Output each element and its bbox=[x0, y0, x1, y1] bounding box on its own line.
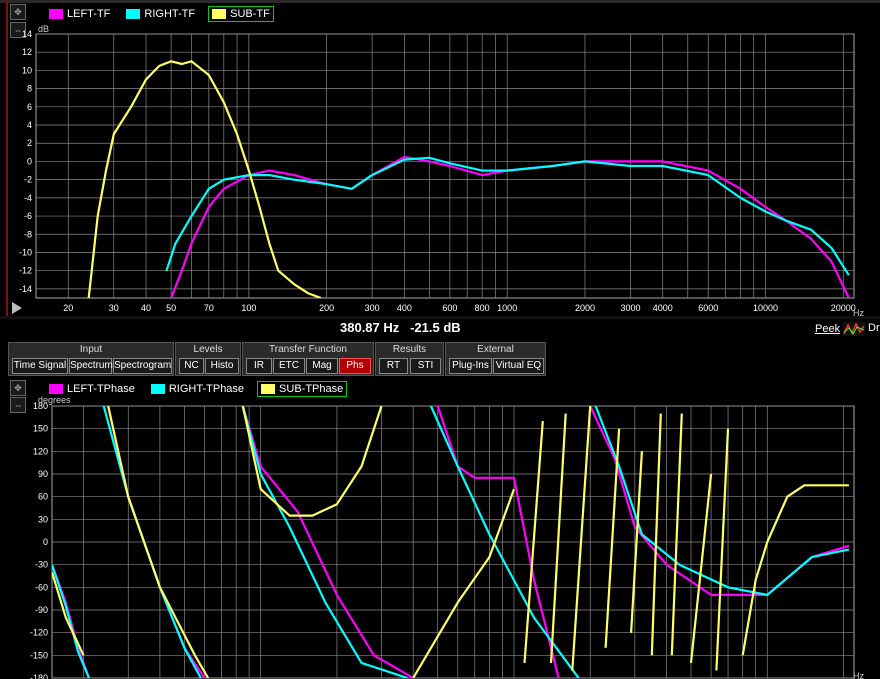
y-tick-label: -90 bbox=[35, 605, 48, 615]
y-tick-labels: 1801501209060300-30-60-90-120-150-180 bbox=[30, 401, 48, 679]
series-line-sub-tphase bbox=[604, 428, 621, 648]
series-line-sub-tphase bbox=[241, 406, 383, 517]
series-line-left-tphase bbox=[589, 406, 850, 597]
y-tick-label: -60 bbox=[35, 582, 48, 592]
series-line-sub-tphase bbox=[670, 413, 683, 656]
y-tick-label: 60 bbox=[38, 492, 48, 502]
series-line-sub-tphase bbox=[412, 488, 516, 678]
series-line-sub-tphase bbox=[571, 406, 592, 671]
series-line-sub-tphase bbox=[715, 428, 730, 671]
y-tick-label: 30 bbox=[38, 514, 48, 524]
series-line-sub-tphase bbox=[650, 413, 662, 656]
y-unit-label: degrees bbox=[38, 395, 71, 405]
grid bbox=[51, 405, 855, 679]
y-tick-label: 0 bbox=[43, 537, 48, 547]
y-tick-label: -30 bbox=[35, 560, 48, 570]
y-tick-label: -180 bbox=[30, 673, 48, 679]
y-tick-label: 90 bbox=[38, 469, 48, 479]
y-tick-label: -120 bbox=[30, 628, 48, 638]
y-tick-label: -150 bbox=[30, 650, 48, 660]
x-unit-label: Hz bbox=[853, 671, 864, 679]
y-tick-label: 150 bbox=[33, 424, 48, 434]
phase-chart[interactable]: 1801501209060300-30-60-90-120-150-180 de… bbox=[0, 0, 880, 679]
y-tick-label: 120 bbox=[33, 446, 48, 456]
series-line-sub-tphase bbox=[689, 473, 713, 664]
